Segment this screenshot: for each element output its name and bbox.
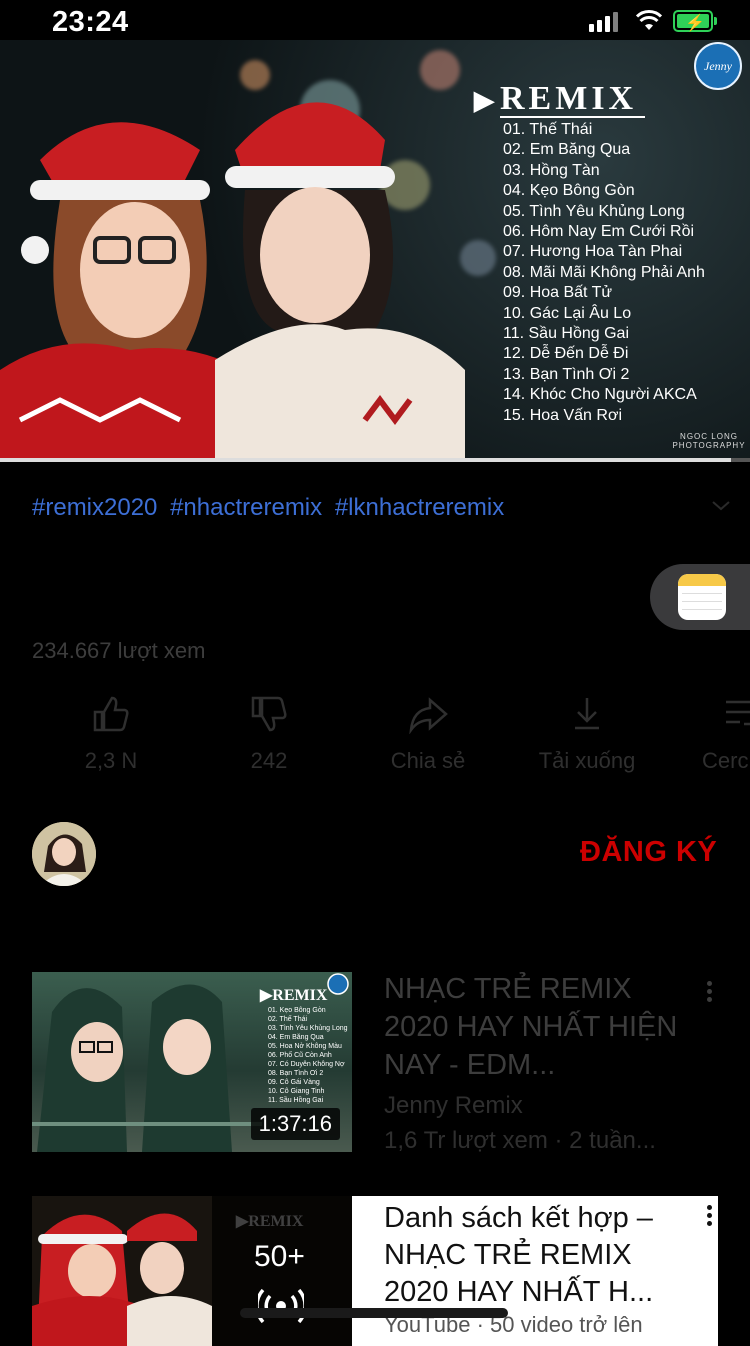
download-label: Tải xuống	[538, 748, 636, 773]
status-bar: 23:24 ⚡	[0, 0, 750, 42]
notes-app-icon	[678, 574, 726, 620]
tracklist-item: 06. Hôm Nay Em Cưới Rồi	[503, 223, 695, 241]
thumbs-down-icon	[251, 696, 287, 732]
playlist-thumbnail[interactable]: ▶REMIX 50+	[32, 1196, 352, 1346]
dislike-button[interactable]: 242	[194, 694, 344, 774]
tracklist-item: 01. Thế Thái	[503, 121, 593, 138]
hashtag-link[interactable]: #nhactreremix	[170, 494, 322, 521]
subscribe-button[interactable]: ĐĂNG KÝ	[580, 836, 717, 869]
like-count: 2,3 N	[84, 748, 138, 773]
remix-logo: ▶REMIX	[474, 80, 638, 117]
video-duration: 1:37:16	[250, 1108, 340, 1140]
save-icon	[726, 700, 750, 726]
download-icon	[575, 698, 599, 730]
svg-text:06. Phố Cũ Còn Anh: 06. Phố Cũ Còn Anh	[268, 1050, 332, 1059]
share-button[interactable]: Chia sẻ	[353, 694, 503, 774]
channel-watermark: Jenny	[694, 42, 742, 90]
more-vert-icon[interactable]	[702, 1202, 716, 1232]
related-playlist-item[interactable]: ▶REMIX 50+ Danh sách kết hợp – NHẠC TRẺ …	[32, 1196, 718, 1346]
related-video-item[interactable]: ▶REMIX 01. Kẹo Bông Gòn 02. Thế Thái 03. …	[32, 972, 718, 1162]
tracklist-item: 10. Gác Lại Âu Lo	[503, 304, 632, 322]
tracklist-item: 07. Hương Hoa Tàn Phai	[503, 243, 683, 261]
chevron-down-icon[interactable]	[710, 494, 732, 516]
playlist-info-card[interactable]: Danh sách kết hợp – NHẠC TRẺ REMIX 2020 …	[352, 1196, 718, 1346]
svg-text:11. Sầu Hồng Gai: 11. Sầu Hồng Gai	[268, 1095, 324, 1104]
download-button[interactable]: Tải xuống	[512, 694, 662, 774]
video-thumbnail[interactable]: ▶REMIX 01. Kẹo Bông Gòn 02. Thế Thái 03. …	[32, 972, 352, 1152]
logo-underline	[500, 116, 645, 118]
video-title[interactable]: NHẠC TRẺ REMIX 2020 HAY NHẤT HIỆN NAY - …	[384, 970, 684, 1084]
svg-text:02. Thế Thái: 02. Thế Thái	[268, 1014, 307, 1023]
hashtag-row: #remix2020 #nhactreremix #lknhactreremix	[32, 494, 510, 522]
svg-text:04. Em Băng Qua: 04. Em Băng Qua	[268, 1034, 324, 1041]
tracklist-item: 03. Hồng Tàn	[503, 161, 600, 179]
save-button[interactable]: Cerc	[670, 694, 750, 774]
tracklist-item: 08. Mãi Mãi Không Phải Anh	[503, 263, 705, 281]
tracklist-item: 02. Em Băng Qua	[503, 141, 631, 159]
svg-text:07. Có Duyên Không Nợ: 07. Có Duyên Không Nợ	[268, 1061, 345, 1068]
video-progress-bar[interactable]	[0, 458, 750, 462]
video-meta: 1,6 Tr lượt xem · 2 tuần...	[384, 1127, 656, 1154]
more-vert-icon[interactable]	[702, 978, 716, 1008]
svg-text:05. Hoa Nở Không Màu: 05. Hoa Nở Không Màu	[268, 1042, 342, 1050]
tracklist-item: 11. Sầu Hồng Gai	[503, 325, 630, 343]
svg-text:09. Cô Gái Vàng: 09. Cô Gái Vàng	[268, 1079, 320, 1086]
cellular-signal-icon	[589, 12, 621, 32]
action-row: 2,3 N 242 Chia sẻ Tải xuống Cerc	[0, 694, 750, 784]
thumbs-up-icon	[93, 696, 129, 732]
share-icon	[409, 697, 448, 734]
thumbnail-person-right	[215, 102, 465, 460]
svg-text:01. Kẹo Bông Gòn: 01. Kẹo Bông Gòn	[268, 1007, 326, 1014]
status-time: 23:24	[52, 6, 129, 38]
svg-text:08. Bạn Tình Ơi 2: 08. Bạn Tình Ơi 2	[268, 1070, 323, 1077]
playlist-broadcast-icon	[258, 1288, 304, 1324]
playlist-title[interactable]: Danh sách kết hợp – NHẠC TRẺ REMIX 2020 …	[384, 1200, 684, 1311]
tracklist-item: 14. Khóc Cho Người AKCA	[503, 386, 697, 404]
wifi-icon	[636, 10, 662, 30]
home-indicator[interactable]	[240, 1308, 508, 1318]
battery-cap	[714, 17, 717, 25]
photo-credit: NGOC LONG PHOTOGRAPHY	[672, 432, 746, 450]
playlist-count: 50+	[254, 1240, 305, 1273]
hashtag-link[interactable]: #remix2020	[32, 494, 157, 521]
tracklist: 01. Thế Thái 02. Em Băng Qua 03. Hồng Tàn 0…	[503, 120, 705, 426]
tracklist-item: 12. Dễ Đến Dễ Đi	[503, 345, 629, 363]
svg-text:▶REMIX: ▶REMIX	[259, 987, 328, 1004]
svg-text:03. Tình Yêu Khủng Long: 03. Tình Yêu Khủng Long	[268, 1024, 348, 1032]
svg-text:10. Cô Giang Tinh: 10. Cô Giang Tinh	[268, 1088, 325, 1095]
tracklist-item: 05. Tình Yêu Khủng Long	[503, 202, 685, 220]
channel-avatar[interactable]	[32, 822, 96, 886]
video-progress-fill	[0, 458, 732, 462]
share-label: Chia sẻ	[390, 748, 466, 773]
hashtag-link[interactable]: #lknhactreremix	[335, 494, 504, 521]
view-count: 234.667 lượt xem	[32, 638, 206, 663]
video-player[interactable]: ▶REMIX 01. Thế Thái 02. Em Băng Qua 03. Hồ…	[0, 40, 750, 460]
tracklist-item: 09. Hoa Bất Tử	[503, 284, 613, 302]
video-channel-name: Jenny Remix	[384, 1092, 523, 1119]
like-button[interactable]: 2,3 N	[36, 694, 186, 774]
battery-icon: ⚡	[673, 10, 713, 32]
tracklist-item: 04. Kẹo Bông Gòn	[503, 182, 635, 200]
tracklist-item: 13. Bạn Tình Ơi 2	[503, 365, 630, 383]
dislike-count: 242	[250, 748, 288, 773]
floating-notes-shortcut[interactable]	[650, 564, 750, 630]
tracklist-item: 15. Hoa Vấn Rơi	[503, 406, 622, 424]
save-label: Cerc	[702, 748, 749, 773]
